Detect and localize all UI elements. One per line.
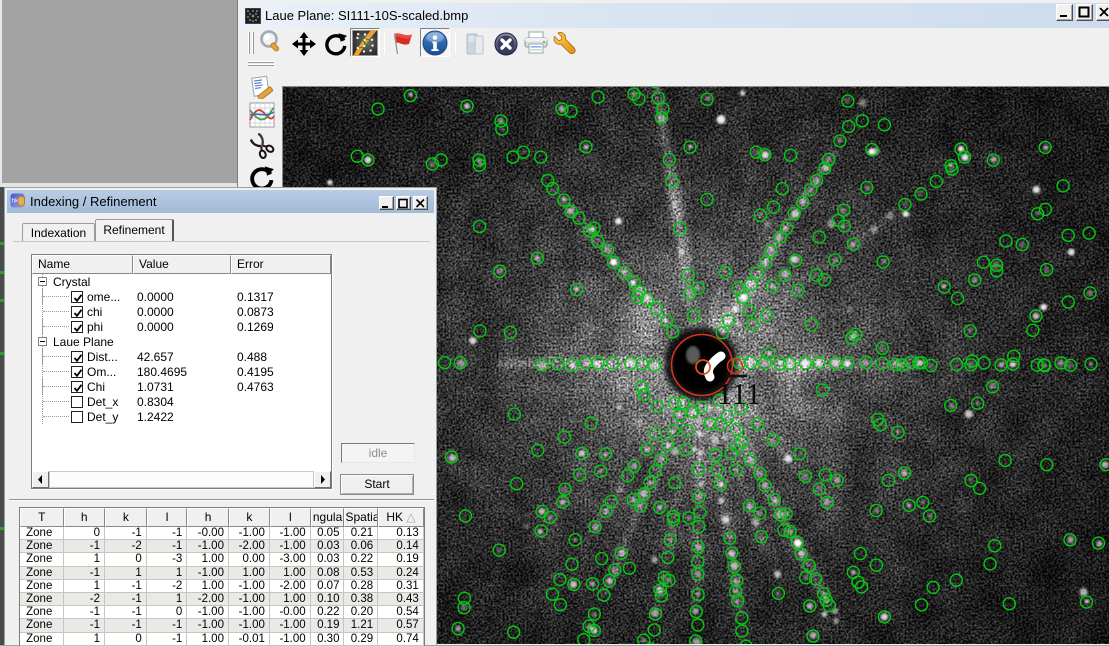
svg-text:111: 111 xyxy=(717,376,761,411)
